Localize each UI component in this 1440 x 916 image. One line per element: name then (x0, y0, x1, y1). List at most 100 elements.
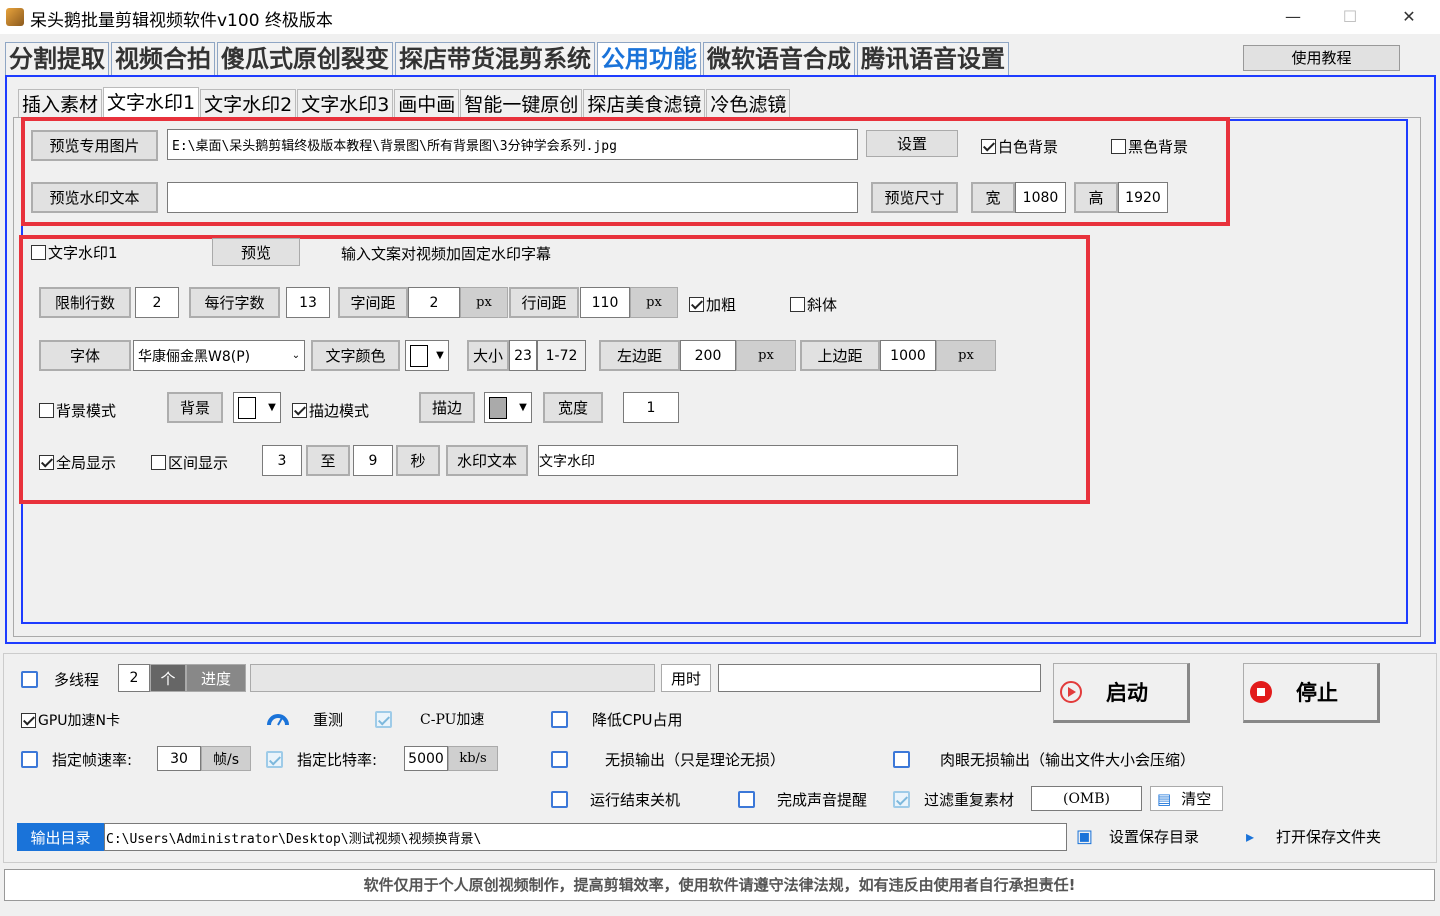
top-margin-unit: px (936, 340, 996, 371)
tab-insert-material[interactable]: 插入素材 (18, 89, 103, 119)
output-dir-input[interactable]: C:\Users\Administrator\Desktop\测试视频\视频换背… (104, 823, 1067, 851)
multithread-label: 多线程 (54, 671, 100, 689)
sound-checkbox[interactable]: 完成声音提醒 (738, 789, 867, 810)
width-input[interactable]: 1080 (1015, 182, 1066, 213)
preview-image-path[interactable]: E:\桌面\呆头鹅剪辑终极版本教程\背景图\所有背景图\3分钟学会系列.jpg (167, 129, 858, 160)
font-color-picker[interactable]: ▼ (405, 340, 449, 371)
global-display-checkbox[interactable]: 全局显示 (39, 452, 116, 473)
tab-smart-original[interactable]: 智能一键原创 (460, 89, 583, 119)
clear-button[interactable]: ▤ 清空 (1150, 786, 1223, 811)
font-size-input[interactable]: 23 (509, 340, 537, 371)
black-bg-label: 黑色背景 (1128, 138, 1189, 156)
top-margin-input[interactable]: 1000 (880, 340, 936, 371)
framerate-label: 指定帧速率: (52, 751, 133, 769)
preview-watermark-text-button[interactable]: 预览水印文本 (31, 182, 158, 213)
tab-tencent-voice[interactable]: 腾讯语音设置 (857, 42, 1009, 76)
threads-input[interactable]: 2 (118, 664, 150, 692)
checkbox-icon (39, 455, 54, 470)
line-spacing-label: 行间距 (509, 287, 579, 318)
range-start-input[interactable]: 3 (262, 445, 302, 476)
shutdown-checkbox[interactable]: 运行结束关机 (551, 789, 680, 810)
bitrate-input[interactable]: 5000 (404, 746, 448, 771)
line-spacing-input[interactable]: 110 (580, 287, 630, 318)
height-label: 高 (1074, 182, 1118, 213)
tab-text-watermark-1[interactable]: 文字水印1 (103, 87, 200, 119)
global-display-label: 全局显示 (56, 454, 117, 472)
watermark-text-input[interactable]: 文字水印 (538, 445, 958, 476)
start-button[interactable]: 启动 (1053, 663, 1190, 723)
main-tabs: 分割提取 视频合拍 傻瓜式原创裂变 探店带货混剪系统 公用功能 微软语音合成 腾… (5, 42, 1011, 76)
height-input[interactable]: 1920 (1118, 182, 1168, 213)
bg-mode-checkbox[interactable]: 背景模式 (39, 400, 116, 421)
bg-mode-label: 背景模式 (56, 402, 117, 420)
framerate-checkbox[interactable]: 指定帧速率: (21, 749, 132, 770)
chars-per-line-input[interactable]: 13 (286, 287, 330, 318)
visual-lossless-checkbox[interactable]: 肉眼无损输出（输出文件大小会压缩） (893, 749, 1195, 770)
tab-common-functions[interactable]: 公用功能 (597, 42, 701, 76)
minimize-button[interactable]: — (1264, 2, 1322, 32)
tab-video-merge[interactable]: 视频合拍 (111, 42, 215, 76)
tab-cold-filter[interactable]: 冷色滤镜 (706, 89, 791, 119)
lossless-checkbox[interactable]: 无损输出（只是理论无损） (551, 749, 785, 770)
bold-checkbox[interactable]: 加粗 (689, 294, 736, 315)
tab-food-filter[interactable]: 探店美食滤镜 (583, 89, 706, 119)
title-bar: 呆头鹅批量剪辑视频软件v100 终极版本 — ☐ ✕ (0, 0, 1440, 34)
stroke-color-picker[interactable]: ▼ (484, 392, 532, 423)
settings-button[interactable]: 设置 (866, 130, 958, 157)
maximize-button[interactable]: ☐ (1321, 2, 1379, 32)
preview-watermark-text-input[interactable] (167, 182, 858, 213)
bg-color-picker[interactable]: ▼ (233, 392, 281, 423)
tab-split-extract[interactable]: 分割提取 (5, 42, 109, 76)
dropdown-arrow-icon: ▼ (519, 402, 527, 413)
range-display-checkbox[interactable]: 区间显示 (151, 452, 228, 473)
char-spacing-label: 字间距 (338, 287, 408, 318)
font-select-value: 华康俪金黑W8(P) (138, 348, 251, 365)
preview-size-button[interactable]: 预览尺寸 (871, 182, 958, 213)
bg-button[interactable]: 背景 (167, 392, 223, 423)
retest-label[interactable]: 重测 (313, 709, 343, 730)
tab-store-mix[interactable]: 探店带货混剪系统 (395, 42, 595, 76)
filter-dup-checkbox[interactable]: 过滤重复素材 (893, 789, 1014, 810)
italic-checkbox[interactable]: 斜体 (790, 294, 837, 315)
elapsed-value (718, 664, 1041, 692)
watermark-preview-button[interactable]: 预览 (212, 238, 300, 266)
preview-image-button[interactable]: 预览专用图片 (31, 130, 158, 161)
white-bg-checkbox[interactable]: 白色背景 (981, 136, 1058, 157)
left-margin-input[interactable]: 200 (680, 340, 736, 371)
color-swatch (238, 396, 256, 419)
bitrate-label: 指定比特率: (297, 751, 378, 769)
save-folder-icon: ▣ (1076, 826, 1094, 847)
open-save-dir-button[interactable]: ▸ 打开保存文件夹 (1246, 826, 1381, 847)
limit-lines-input[interactable]: 2 (135, 287, 179, 318)
watermark-enable-checkbox[interactable]: 文字水印1 (31, 242, 118, 263)
speedometer-icon[interactable] (267, 709, 289, 727)
stop-button[interactable]: 停止 (1243, 663, 1380, 723)
reduce-cpu-checkbox[interactable]: 降低CPU占用 (551, 709, 683, 730)
bitrate-checkbox[interactable]: 指定比特率: (266, 749, 377, 770)
black-bg-checkbox[interactable]: 黑色背景 (1111, 136, 1188, 157)
char-spacing-input[interactable]: 2 (408, 287, 460, 318)
checkbox-icon (689, 297, 704, 312)
cpu-accel-checkbox[interactable]: C-PU加速 (375, 709, 484, 729)
dropdown-arrow-icon: ▼ (436, 350, 444, 361)
close-button[interactable]: ✕ (1380, 2, 1438, 32)
stroke-button[interactable]: 描边 (419, 392, 475, 423)
tutorial-button[interactable]: 使用教程 (1243, 45, 1400, 71)
watermark-enable-label: 文字水印1 (48, 244, 118, 262)
stroke-mode-checkbox[interactable]: 描边模式 (292, 400, 369, 421)
range-end-input[interactable]: 9 (353, 445, 393, 476)
threads-unit: 个 (150, 664, 186, 692)
multithread-checkbox[interactable]: 多线程 (21, 669, 99, 690)
stroke-width-input[interactable]: 1 (623, 392, 679, 423)
font-select[interactable]: 华康俪金黑W8(P) ⌄ (133, 340, 305, 371)
tab-original-fission[interactable]: 傻瓜式原创裂变 (217, 42, 393, 76)
progress-label: 进度 (186, 664, 246, 692)
tab-text-watermark-2[interactable]: 文字水印2 (200, 89, 297, 119)
gpu-checkbox[interactable]: GPU加速N卡 (21, 710, 120, 730)
tab-text-watermark-3[interactable]: 文字水印3 (297, 89, 394, 119)
set-save-dir-button[interactable]: ▣ 设置保存目录 (1076, 826, 1199, 847)
start-label: 启动 (1106, 681, 1148, 705)
tab-picture-in-picture[interactable]: 画中画 (394, 89, 460, 119)
framerate-input[interactable]: 30 (157, 746, 201, 771)
tab-microsoft-tts[interactable]: 微软语音合成 (703, 42, 855, 76)
